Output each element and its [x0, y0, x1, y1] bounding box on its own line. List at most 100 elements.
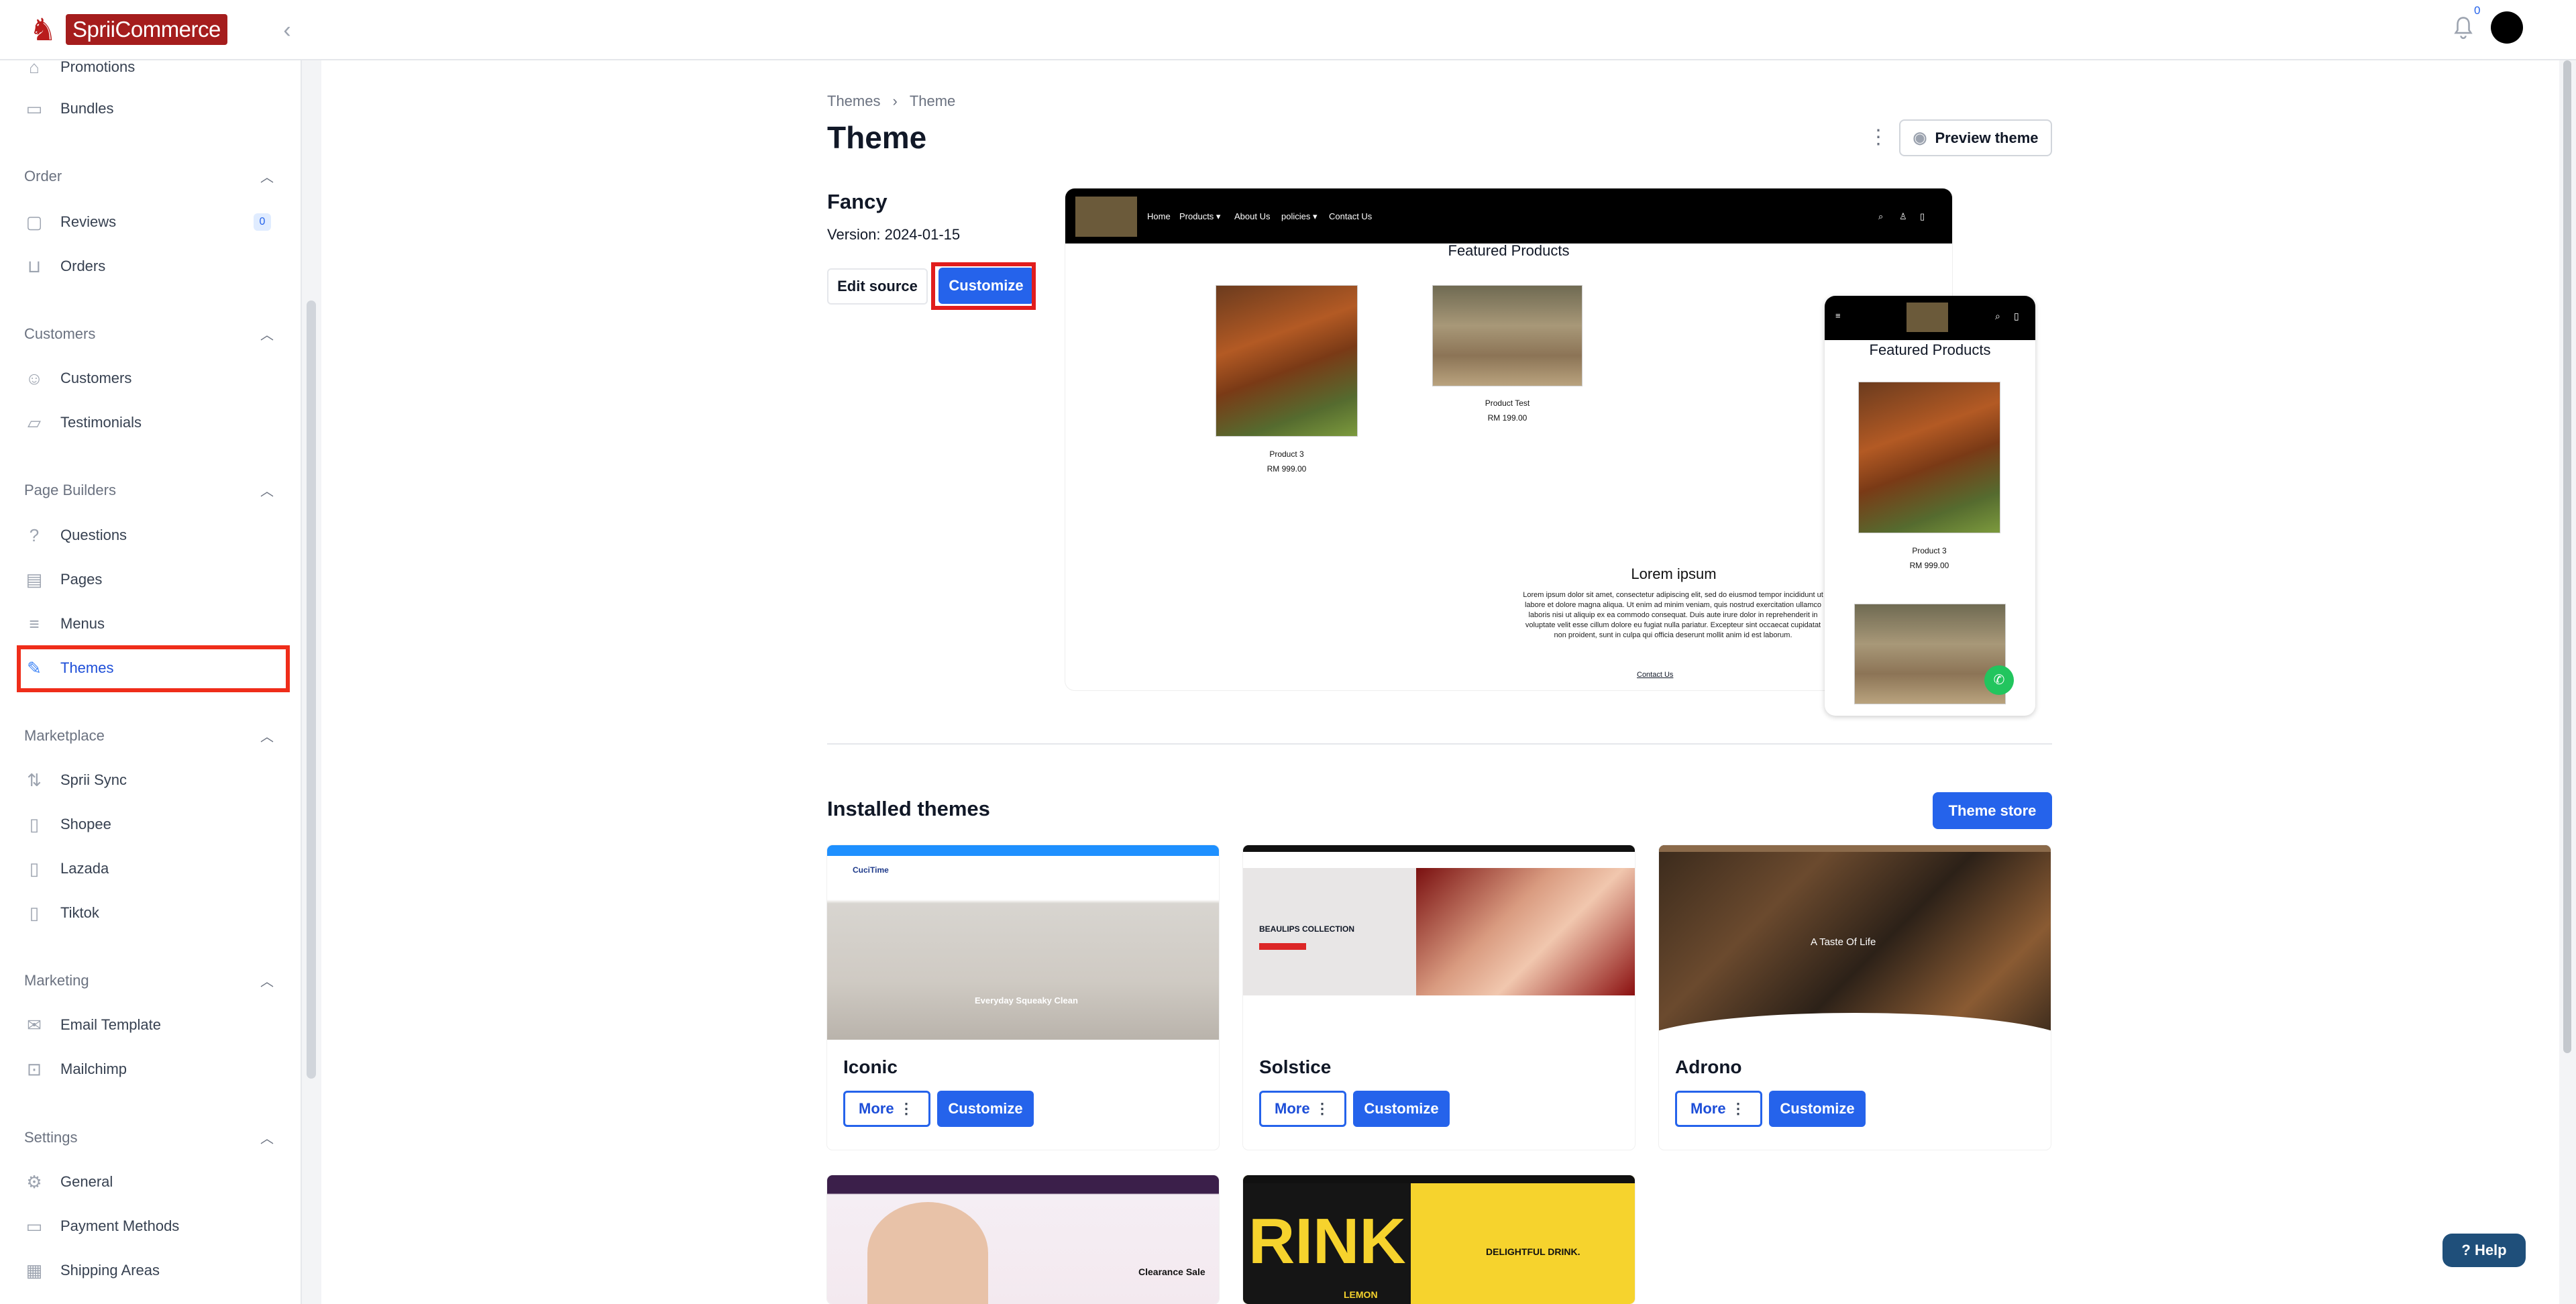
- users-icon: ☺: [25, 368, 44, 388]
- section-marketplace[interactable]: Marketplace: [24, 727, 105, 745]
- chevron-up-icon[interactable]: ︿: [260, 324, 274, 343]
- search-icon: ⌕: [1878, 211, 1884, 221]
- chevron-up-icon[interactable]: ︿: [260, 726, 274, 745]
- section-page-builders[interactable]: Page Builders: [24, 482, 116, 499]
- sidebar-item-email-template[interactable]: ✉ Email Template: [24, 1013, 161, 1037]
- menu-lines-icon: ≡: [29, 614, 40, 634]
- sidebar-item-shipping-areas[interactable]: ▦ Shipping Areas: [24, 1258, 160, 1283]
- sidebar-item-label: Testimonials: [60, 414, 142, 431]
- map-icon: ▦: [25, 1260, 43, 1281]
- thumb-photo: [867, 1202, 988, 1304]
- preview-navbar: Home Products ▾ About Us policies ▾ Cont…: [1065, 188, 1952, 243]
- hamburger-icon: ≡: [1835, 311, 1841, 321]
- themes-highlight-box: [17, 645, 290, 692]
- more-options-icon[interactable]: ⋮: [1868, 126, 1888, 149]
- page-scrollbar-thumb[interactable]: [2563, 60, 2571, 1053]
- customize-button[interactable]: Customize: [1769, 1091, 1866, 1127]
- theme-thumbnail[interactable]: BEAULIPS COLLECTION: [1243, 845, 1635, 1040]
- sidebar-item-menus[interactable]: ≡ Menus: [24, 612, 105, 636]
- avatar[interactable]: [2491, 11, 2523, 44]
- preview-featured-title: Featured Products: [1448, 242, 1570, 259]
- preview-theme-button[interactable]: ◉ Preview theme: [1899, 119, 2052, 156]
- sidebar-item-label: Payment Methods: [60, 1217, 180, 1234]
- sidebar-item-sprii-sync[interactable]: ⇅ Sprii Sync: [24, 768, 127, 792]
- breadcrumb-themes-link[interactable]: Themes: [827, 93, 880, 109]
- theme-thumbnail[interactable]: CuciTime Everyday Squeaky Clean: [827, 845, 1219, 1040]
- sidebar-item-promotions[interactable]: ⌂ Promotions: [24, 60, 135, 79]
- sidebar-item-label: Shopee: [60, 816, 111, 832]
- thumb-small-text: LEMON: [1344, 1289, 1378, 1300]
- bell-icon[interactable]: [2452, 15, 2475, 42]
- theme-card-partial: Clearance Sale: [827, 1175, 1219, 1304]
- theme-store-button[interactable]: Theme store: [1933, 792, 2052, 829]
- brand-logo[interactable]: ♞ SpriiCommerce: [25, 11, 227, 48]
- mobile-theme-preview: ≡ ⌕ ▯ Featured Products Product 3 RM 999…: [1825, 296, 2035, 716]
- whatsapp-icon[interactable]: ✆: [1984, 665, 2014, 695]
- collapse-sidebar-icon[interactable]: ‹: [275, 16, 299, 44]
- sidebar-scrollbar[interactable]: [307, 301, 316, 1079]
- mobile-product-price: RM 999.00: [1909, 561, 1949, 570]
- help-button[interactable]: ? Help: [2443, 1234, 2526, 1267]
- kebab-icon: ⋮: [1315, 1100, 1330, 1117]
- thumb-hero-photo: [1416, 868, 1635, 995]
- preview-nav-link: Contact Us: [1329, 211, 1373, 221]
- chevron-up-icon[interactable]: ︿: [260, 480, 274, 500]
- customize-button[interactable]: Customize: [937, 1091, 1034, 1127]
- sidebar-item-orders[interactable]: ⊔ Orders: [24, 254, 105, 278]
- sidebar-item-lazada[interactable]: ▯ Lazada: [24, 857, 109, 881]
- sidebar-item-reviews[interactable]: ▢ Reviews: [24, 210, 116, 234]
- help-icon: ?: [2461, 1242, 2471, 1258]
- sidebar-item-testimonials[interactable]: ▱ Testimonials: [24, 411, 142, 435]
- section-customers[interactable]: Customers: [24, 325, 95, 343]
- theme-card-adrono: A Taste Of Life Adrono More ⋮ Customize: [1659, 845, 2051, 1150]
- notification-count: 0: [2474, 4, 2481, 17]
- sidebar-item-label: Mailchimp: [60, 1061, 127, 1077]
- thumb-hero-text: A Taste Of Life: [1811, 936, 1876, 948]
- preview-nav-link: About Us: [1234, 211, 1271, 221]
- theme-card-iconic: CuciTime Everyday Squeaky Clean Iconic M…: [827, 845, 1219, 1150]
- theme-card-solstice: BEAULIPS COLLECTION Solstice More ⋮ Custo…: [1243, 845, 1635, 1150]
- cart-icon: ▯: [1920, 211, 1925, 221]
- product-price: RM 999.00: [1267, 464, 1307, 474]
- chevron-up-icon[interactable]: ︿: [260, 971, 274, 990]
- sidebar-item-shopee[interactable]: ▯ Shopee: [24, 812, 111, 836]
- sidebar-item-tiktok[interactable]: ▯ Tiktok: [24, 901, 99, 925]
- more-button[interactable]: More ⋮: [1259, 1091, 1346, 1127]
- mobile-preview-logo: [1907, 303, 1948, 332]
- section-order[interactable]: Order: [24, 168, 62, 185]
- edit-source-button[interactable]: Edit source: [827, 268, 928, 305]
- sidebar-item-questions[interactable]: ? Questions: [24, 523, 127, 547]
- section-marketing[interactable]: Marketing: [24, 972, 89, 989]
- current-theme-version: Version: 2024-01-15: [827, 226, 961, 243]
- sidebar-item-label: Questions: [60, 527, 127, 543]
- more-button[interactable]: More ⋮: [1675, 1091, 1762, 1127]
- theme-thumbnail[interactable]: RINK LEMON DELIGHTFUL DRINK.: [1243, 1175, 1635, 1304]
- section-settings[interactable]: Settings: [24, 1129, 78, 1146]
- breadcrumb: Themes › Theme: [827, 93, 955, 110]
- more-button[interactable]: More ⋮: [843, 1091, 930, 1127]
- chevron-up-icon[interactable]: ︿: [260, 1128, 274, 1147]
- chevron-up-icon[interactable]: ︿: [260, 166, 274, 186]
- theme-thumbnail[interactable]: A Taste Of Life: [1659, 845, 2051, 1080]
- customize-button[interactable]: Customize: [1353, 1091, 1450, 1127]
- sidebar-item-bundles[interactable]: ▭ Bundles: [24, 97, 114, 121]
- sidebar-item-pages[interactable]: ▤ Pages: [24, 567, 103, 592]
- sidebar-item-label: Email Template: [60, 1016, 161, 1033]
- page-scrollbar[interactable]: [2559, 60, 2576, 1304]
- product-image-orangutan: [1216, 285, 1358, 437]
- sidebar-item-label: Promotions: [60, 60, 136, 75]
- section-divider: [827, 743, 2052, 745]
- preview-logo: [1075, 197, 1137, 237]
- sidebar-item-mailchimp[interactable]: ⊡ Mailchimp: [24, 1057, 127, 1081]
- thumb-topbar: [1243, 1175, 1635, 1183]
- theme-thumbnail[interactable]: Clearance Sale: [827, 1175, 1219, 1304]
- thumb-hero-text: Clearance Sale: [1138, 1266, 1205, 1277]
- sidebar-item-general[interactable]: ⚙ General: [24, 1170, 113, 1194]
- sidebar-item-payment-methods[interactable]: ▭ Payment Methods: [24, 1214, 180, 1238]
- sidebar-item-customers[interactable]: ☺ Customers: [24, 366, 132, 390]
- more-label: More: [859, 1100, 894, 1117]
- brand-mark-icon: ♞: [29, 12, 57, 47]
- sidebar-item-label: Lazada: [60, 860, 109, 877]
- gear-icon: ⚙: [26, 1172, 42, 1192]
- kebab-icon: ⋮: [899, 1100, 914, 1117]
